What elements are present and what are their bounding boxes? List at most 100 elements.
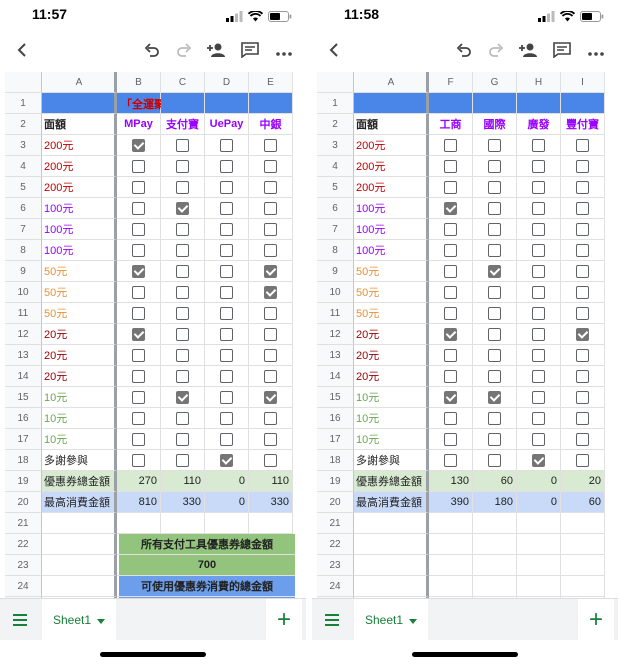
- checkbox-unchecked[interactable]: [532, 348, 545, 362]
- value-cell[interactable]: 20: [561, 471, 605, 492]
- checkbox-cell[interactable]: [429, 345, 473, 366]
- row-number[interactable]: 16: [317, 408, 354, 429]
- column-header-D[interactable]: D: [205, 72, 249, 93]
- checkbox-unchecked[interactable]: [132, 285, 145, 299]
- checkbox-cell[interactable]: [429, 303, 473, 324]
- cell[interactable]: [354, 576, 429, 597]
- checkbox-unchecked[interactable]: [488, 306, 501, 320]
- checkbox-unchecked[interactable]: [576, 390, 589, 404]
- checkbox-cell[interactable]: [205, 156, 249, 177]
- row-number[interactable]: 22: [5, 534, 42, 555]
- payment-header[interactable]: 支付寶: [161, 114, 205, 135]
- value-cell[interactable]: 110: [161, 471, 205, 492]
- checkbox-cell[interactable]: [161, 387, 205, 408]
- checkbox-unchecked[interactable]: [132, 453, 145, 467]
- cell[interactable]: [429, 555, 473, 576]
- cell[interactable]: [161, 93, 205, 114]
- checkbox-cell[interactable]: [429, 261, 473, 282]
- checkbox-checked[interactable]: [176, 201, 189, 215]
- checkbox-unchecked[interactable]: [132, 159, 145, 173]
- cell[interactable]: [429, 513, 473, 534]
- checkbox-checked[interactable]: [132, 264, 145, 278]
- cell[interactable]: [42, 513, 117, 534]
- checkbox-cell[interactable]: [517, 177, 561, 198]
- checkbox-cell[interactable]: [117, 282, 161, 303]
- payment-header[interactable]: 中銀: [249, 114, 293, 135]
- checkbox-unchecked[interactable]: [176, 222, 189, 236]
- value-cell[interactable]: 60: [473, 471, 517, 492]
- checkbox-unchecked[interactable]: [176, 159, 189, 173]
- checkbox-cell[interactable]: [561, 156, 605, 177]
- checkbox-unchecked[interactable]: [576, 138, 589, 152]
- checkbox-cell[interactable]: [517, 282, 561, 303]
- undo-button[interactable]: [452, 40, 476, 64]
- checkbox-cell[interactable]: [429, 366, 473, 387]
- checkbox-unchecked[interactable]: [264, 243, 277, 257]
- row-number[interactable]: 7: [317, 219, 354, 240]
- checkbox-cell[interactable]: [161, 219, 205, 240]
- row-number[interactable]: 8: [5, 240, 42, 261]
- checkbox-cell[interactable]: [517, 303, 561, 324]
- cell[interactable]: [42, 555, 117, 576]
- checkbox-cell[interactable]: [561, 282, 605, 303]
- checkbox-cell[interactable]: [161, 177, 205, 198]
- row-number[interactable]: 17: [317, 429, 354, 450]
- checkbox-cell[interactable]: [517, 387, 561, 408]
- checkbox-unchecked[interactable]: [444, 432, 457, 446]
- checkbox-cell[interactable]: [473, 408, 517, 429]
- checkbox-cell[interactable]: [249, 450, 293, 471]
- checkbox-unchecked[interactable]: [176, 306, 189, 320]
- checkbox-unchecked[interactable]: [444, 348, 457, 362]
- checkbox-unchecked[interactable]: [132, 369, 145, 383]
- checkbox-cell[interactable]: [561, 387, 605, 408]
- row-number[interactable]: 2: [317, 114, 354, 135]
- row-number[interactable]: 9: [5, 261, 42, 282]
- checkbox-cell[interactable]: [161, 303, 205, 324]
- checkbox-unchecked[interactable]: [176, 432, 189, 446]
- row-number[interactable]: 4: [317, 156, 354, 177]
- checkbox-unchecked[interactable]: [488, 453, 501, 467]
- checkbox-unchecked[interactable]: [576, 348, 589, 362]
- row-number[interactable]: 17: [5, 429, 42, 450]
- checkbox-cell[interactable]: [249, 261, 293, 282]
- checkbox-cell[interactable]: [117, 261, 161, 282]
- checkbox-unchecked[interactable]: [176, 411, 189, 425]
- checkbox-cell[interactable]: [473, 450, 517, 471]
- checkbox-unchecked[interactable]: [576, 432, 589, 446]
- denomination-cell[interactable]: 50元: [42, 261, 117, 282]
- checkbox-cell[interactable]: [429, 240, 473, 261]
- add-person-button[interactable]: [204, 40, 228, 64]
- checkbox-cell[interactable]: [161, 156, 205, 177]
- checkbox-checked[interactable]: [576, 327, 589, 341]
- checkbox-cell[interactable]: [161, 198, 205, 219]
- sheets-menu-icon[interactable]: [324, 613, 340, 632]
- value-cell[interactable]: 270: [117, 471, 161, 492]
- row-number[interactable]: 20: [5, 492, 42, 513]
- checkbox-unchecked[interactable]: [444, 411, 457, 425]
- row-number[interactable]: 2: [5, 114, 42, 135]
- checkbox-cell[interactable]: [429, 282, 473, 303]
- checkbox-unchecked[interactable]: [176, 285, 189, 299]
- cell[interactable]: [42, 93, 117, 114]
- checkbox-checked[interactable]: [132, 138, 145, 152]
- checkbox-cell[interactable]: [517, 261, 561, 282]
- summary-total-coupon-label[interactable]: 所有支付工具優惠券總金額: [119, 534, 295, 555]
- spreadsheet-grid[interactable]: ABCDE1「全運聚力•社區消費大獎賞」記錄2面額MPay支付寶UePay中銀3…: [5, 72, 306, 598]
- checkbox-cell[interactable]: [205, 324, 249, 345]
- checkbox-cell[interactable]: [205, 450, 249, 471]
- checkbox-unchecked[interactable]: [532, 201, 545, 215]
- checkbox-cell[interactable]: [117, 387, 161, 408]
- row-number[interactable]: 6: [317, 198, 354, 219]
- value-cell[interactable]: 130: [429, 471, 473, 492]
- checkbox-unchecked[interactable]: [532, 432, 545, 446]
- sheet-tab[interactable]: Sheet1: [354, 599, 428, 641]
- checkbox-cell[interactable]: [517, 429, 561, 450]
- checkbox-cell[interactable]: [117, 219, 161, 240]
- cell[interactable]: [561, 93, 605, 114]
- checkbox-cell[interactable]: [561, 135, 605, 156]
- checkbox-cell[interactable]: [161, 261, 205, 282]
- checkbox-cell[interactable]: [561, 198, 605, 219]
- cell[interactable]: [517, 576, 561, 597]
- checkbox-unchecked[interactable]: [488, 159, 501, 173]
- denomination-cell[interactable]: 10元: [354, 429, 429, 450]
